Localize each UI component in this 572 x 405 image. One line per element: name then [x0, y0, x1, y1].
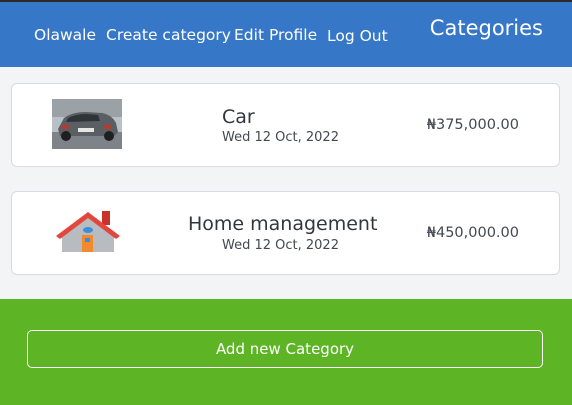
- category-date: Wed 12 Oct, 2022: [222, 238, 339, 253]
- car-photo-icon: [52, 99, 122, 149]
- category-amount: ₦450,000.00: [426, 225, 519, 241]
- nav-link-profile-name[interactable]: Olawale: [34, 26, 96, 44]
- category-date: Wed 12 Oct, 2022: [222, 130, 339, 145]
- category-card[interactable]: Car Wed 12 Oct, 2022 ₦375,000.00: [11, 83, 560, 167]
- top-nav-bar: Olawale Create category Edit Profile Log…: [0, 0, 572, 67]
- page-title: Categories: [429, 16, 543, 40]
- category-name: Home management: [188, 213, 378, 235]
- house-icon: [56, 211, 120, 252]
- category-name: Car: [222, 106, 255, 128]
- nav-link-edit-profile[interactable]: Edit Profile: [234, 26, 317, 44]
- nav-link-log-out[interactable]: Log Out: [327, 27, 388, 45]
- nav-link-create-category[interactable]: Create category: [106, 26, 231, 44]
- category-amount: ₦375,000.00: [426, 117, 519, 133]
- footer-bar: Add new Category: [0, 299, 572, 405]
- add-new-category-button[interactable]: Add new Category: [27, 330, 543, 368]
- category-card[interactable]: Home management Wed 12 Oct, 2022 ₦450,00…: [11, 191, 560, 275]
